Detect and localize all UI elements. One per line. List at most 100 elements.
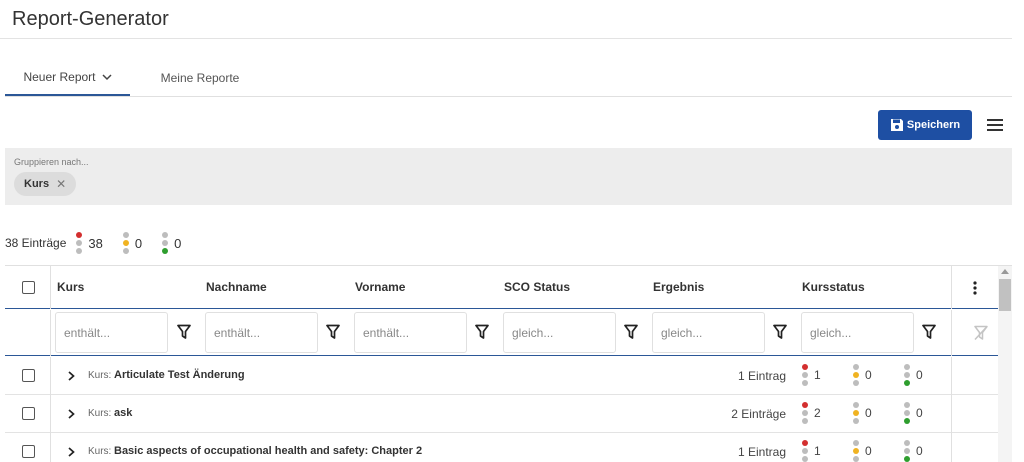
row-count-yellow: 0: [865, 368, 872, 382]
column-divider: [50, 395, 51, 433]
hamburger-menu-icon[interactable]: [986, 117, 1004, 133]
table-row[interactable]: Kurs: ask 2 Einträge 2 0 0: [5, 395, 998, 433]
chevron-down-icon: [101, 74, 112, 81]
status-count-yellow: 0: [134, 235, 143, 251]
traffic-light-yellow-icon: [853, 401, 859, 425]
clear-filter-icon[interactable]: [974, 325, 988, 341]
page-title: Report-Generator: [12, 8, 169, 30]
traffic-light-red-icon: [802, 401, 808, 425]
group-field-label: Kurs:: [88, 408, 112, 419]
row-checkbox[interactable]: [22, 407, 35, 420]
group-chip-kurs[interactable]: Kurs ✕: [14, 172, 77, 196]
floppy-disk-icon: [890, 119, 903, 131]
column-header-nachname[interactable]: Nachname: [206, 280, 267, 294]
group-by-label: Gruppieren nach...: [14, 157, 89, 167]
filter-icon[interactable]: [475, 324, 489, 340]
filter-nachname-input[interactable]: enthält...: [205, 312, 318, 353]
row-status-green: 0: [904, 363, 923, 387]
filter-icon[interactable]: [326, 324, 340, 340]
status-summary-green: 0: [162, 231, 181, 255]
filter-vorname-input[interactable]: enthält...: [354, 312, 467, 353]
vertical-scrollbar[interactable]: [998, 266, 1012, 462]
filter-icon[interactable]: [624, 324, 638, 340]
column-divider: [951, 310, 952, 356]
save-button-label: Speichern: [906, 119, 961, 131]
row-count-red: 2: [814, 406, 821, 420]
table-row[interactable]: Kurs: Basic aspects of occupational heal…: [5, 433, 998, 462]
traffic-light-yellow-icon: [853, 439, 859, 462]
filter-kurs-input[interactable]: enthält...: [55, 312, 168, 353]
column-divider: [50, 357, 51, 395]
column-divider: [50, 266, 51, 309]
column-divider: [951, 357, 952, 395]
group-value: ask: [114, 407, 133, 419]
row-count-yellow: 0: [865, 444, 872, 458]
summary-bar: 38 Einträge 38 0 0: [5, 229, 201, 257]
group-by-panel[interactable]: Gruppieren nach... Kurs ✕: [5, 148, 1012, 205]
tab-my-reports[interactable]: Meine Reporte: [140, 60, 260, 96]
column-divider: [50, 310, 51, 356]
filter-icon[interactable]: [177, 324, 191, 340]
traffic-light-yellow-icon: [122, 231, 129, 255]
filter-sco-status-input[interactable]: gleich...: [503, 312, 616, 353]
column-header-kurs[interactable]: Kurs: [57, 280, 84, 294]
row-status-yellow: 0: [853, 439, 872, 462]
row-count-red: 1: [814, 444, 821, 458]
table-row[interactable]: Kurs: Articulate Test Änderung 1 Eintrag…: [5, 357, 998, 395]
save-button[interactable]: Speichern: [878, 110, 972, 140]
tab-new-report[interactable]: Neuer Report: [5, 60, 130, 96]
tab-new-report-label: Neuer Report: [23, 70, 96, 84]
select-all-checkbox[interactable]: [22, 281, 35, 294]
row-count-red: 1: [814, 368, 821, 382]
row-checkbox[interactable]: [22, 445, 35, 458]
chevron-right-icon[interactable]: [67, 409, 76, 419]
filter-icon[interactable]: [773, 324, 787, 340]
filter-row: enthält... enthält... enthält... gleich.…: [5, 310, 998, 356]
traffic-light-green-icon: [904, 401, 910, 425]
traffic-light-red-icon: [802, 439, 808, 462]
row-status-yellow: 0: [853, 363, 872, 387]
column-divider: [951, 433, 952, 462]
row-status-red: 1: [802, 363, 821, 387]
close-icon[interactable]: ✕: [56, 177, 66, 191]
chevron-right-icon[interactable]: [67, 447, 76, 457]
column-header-vorname[interactable]: Vorname: [355, 280, 405, 294]
report-grid: Kurs Nachname Vorname SCO Status Ergebni…: [5, 265, 1012, 462]
column-header-sco-status[interactable]: SCO Status: [504, 280, 570, 294]
column-header-kursstatus[interactable]: Kursstatus: [802, 280, 865, 294]
traffic-light-yellow-icon: [853, 363, 859, 387]
group-field-label: Kurs:: [88, 446, 112, 457]
traffic-light-green-icon: [162, 231, 169, 255]
tab-my-reports-label: Meine Reporte: [160, 71, 240, 85]
filter-ergebnis-input[interactable]: gleich...: [652, 312, 765, 353]
row-status-yellow: 0: [853, 401, 872, 425]
row-checkbox[interactable]: [22, 369, 35, 382]
group-entry-count: 2 Einträge: [731, 407, 786, 421]
status-summary-yellow: 0: [122, 231, 143, 255]
row-count-green: 0: [916, 368, 923, 382]
row-status-red: 2: [802, 401, 821, 425]
status-count-red: 38: [88, 235, 103, 251]
row-status-green: 0: [904, 401, 923, 425]
chevron-right-icon[interactable]: [67, 371, 76, 381]
column-header-ergebnis[interactable]: Ergebnis: [653, 280, 704, 294]
column-divider: [50, 433, 51, 462]
row-count-green: 0: [916, 406, 923, 420]
group-field-label: Kurs:: [88, 370, 112, 381]
title-divider: [0, 38, 1012, 39]
group-entry-count: 1 Eintrag: [737, 369, 786, 383]
more-vert-icon[interactable]: [968, 280, 982, 296]
column-divider: [951, 395, 952, 433]
group-value: Basic aspects of occupational health and…: [114, 445, 423, 457]
grid-header: Kurs Nachname Vorname SCO Status Ergebni…: [5, 266, 998, 309]
traffic-light-green-icon: [904, 363, 910, 387]
scroll-up-arrow-icon[interactable]: [1001, 269, 1009, 274]
scrollbar-thumb[interactable]: [999, 279, 1011, 311]
filter-icon[interactable]: [922, 324, 936, 340]
filter-kursstatus-input[interactable]: gleich...: [801, 312, 914, 353]
group-chip-label: Kurs: [24, 178, 50, 190]
status-count-green: 0: [174, 235, 182, 251]
traffic-light-red-icon: [802, 363, 808, 387]
group-value: Articulate Test Änderung: [114, 369, 245, 381]
row-status-red: 1: [802, 439, 821, 462]
